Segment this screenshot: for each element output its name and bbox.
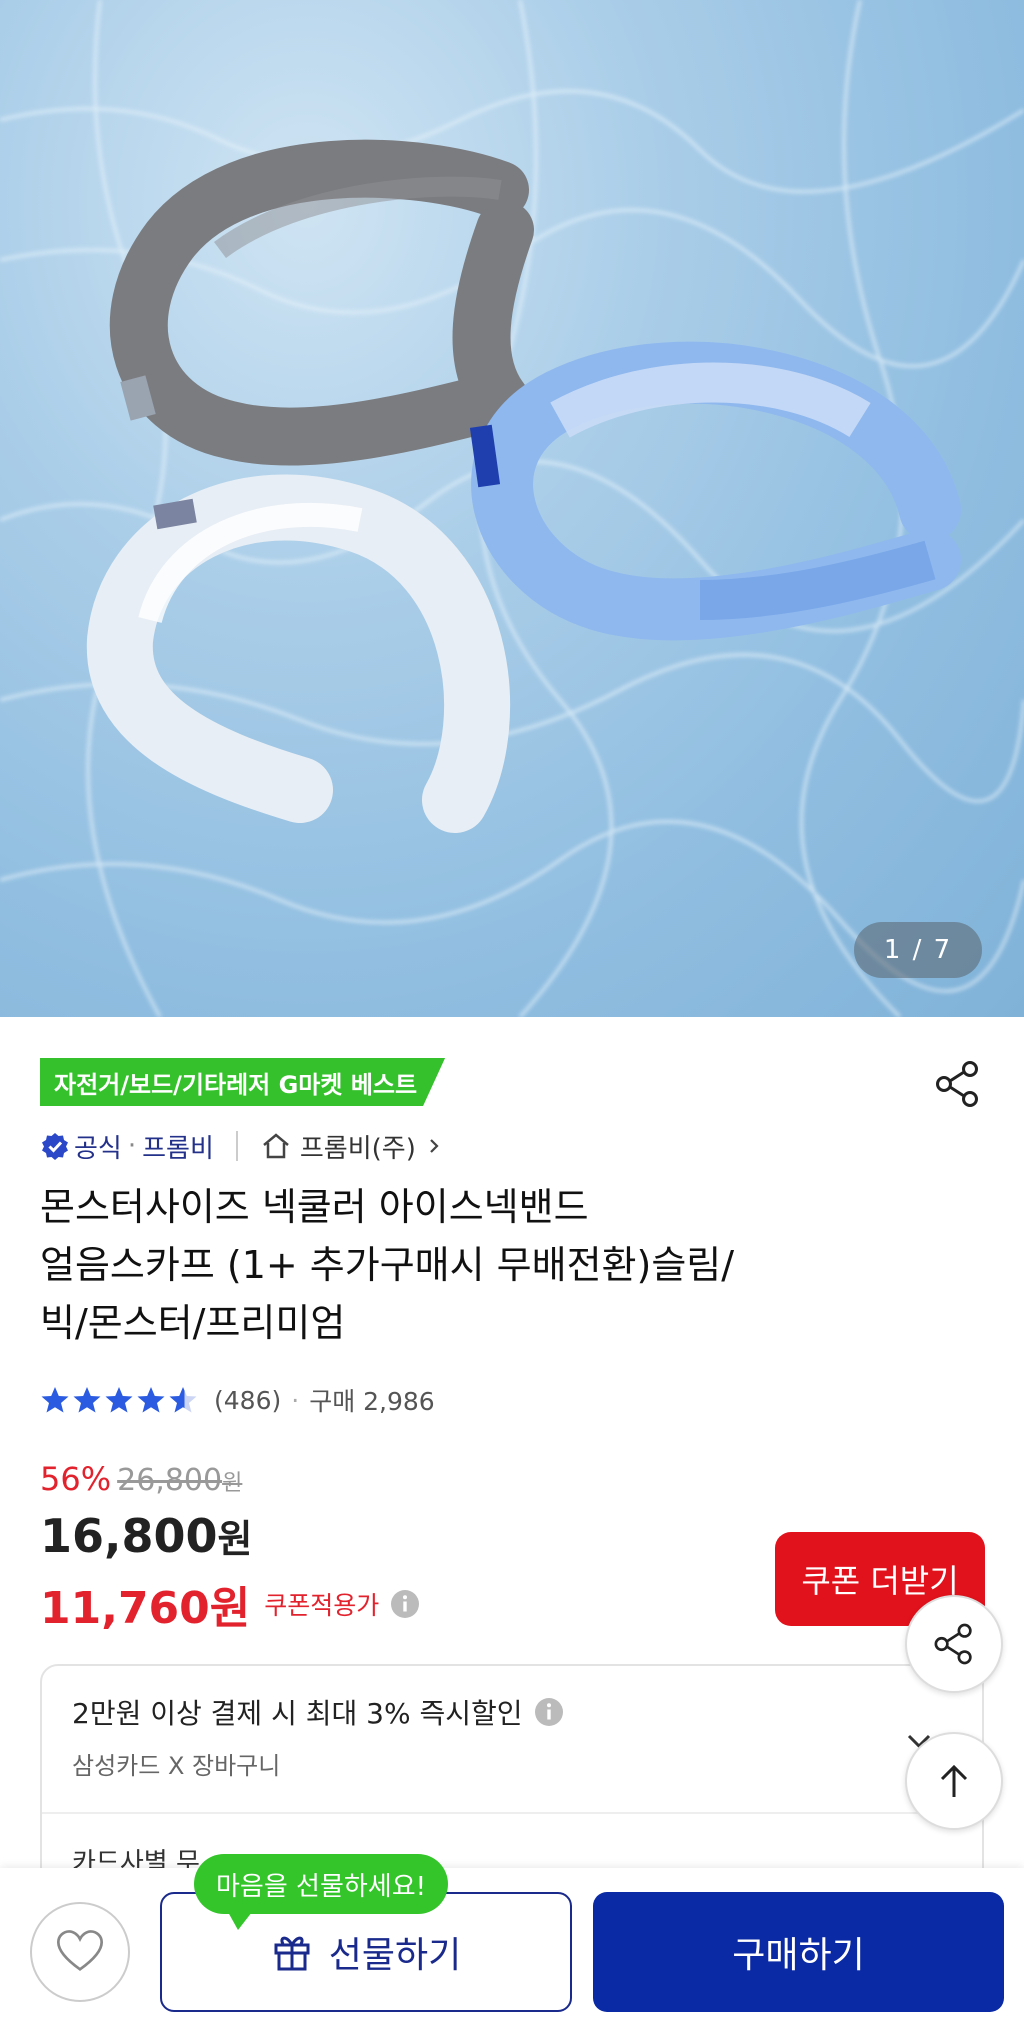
heart-icon	[56, 1930, 104, 1971]
discount-percent: 56%	[40, 1460, 112, 1498]
title-line: 얼음스카프 (1+ 추가구매시 무배전환)슬림/	[40, 1243, 735, 1287]
chevron-right-icon	[430, 1139, 439, 1153]
info-icon[interactable]	[389, 1588, 421, 1620]
title-line: 몬스터사이즈 넥쿨러 아이스넥밴드	[40, 1185, 589, 1229]
info-icon[interactable]	[533, 1696, 565, 1728]
purchase-count: 구매 2,986	[309, 1387, 435, 1416]
scroll-to-top-button[interactable]	[905, 1732, 1003, 1830]
star-icon	[137, 1387, 165, 1413]
share-icon	[934, 1623, 972, 1665]
buy-button[interactable]: 구매하기	[593, 1892, 1004, 2012]
share-button[interactable]	[932, 1058, 984, 1110]
product-image[interactable]: 1 / 7	[0, 0, 1024, 1017]
share-icon	[936, 1061, 978, 1107]
star-icon	[105, 1387, 133, 1413]
product-title: 몬스터사이즈 넥쿨러 아이스넥밴드 얼음스카프 (1+ 추가구매시 무배전환)슬…	[40, 1178, 940, 1352]
card-benefit-headline: 2만원 이상 결제 시 최대 3% 즉시할인	[72, 1692, 565, 1732]
star-icon	[41, 1387, 69, 1413]
divider	[42, 1812, 982, 1814]
brand-link[interactable]: 프롬비	[142, 1128, 214, 1165]
original-price-unit: 원	[222, 1471, 243, 1496]
discount-row: 56% 26,800 원	[40, 1460, 242, 1498]
title-line: 빅/몬스터/프리미엄	[40, 1301, 346, 1345]
coupon-price-label: 쿠폰적용가	[264, 1591, 380, 1620]
official-label[interactable]: 공식	[74, 1128, 122, 1165]
original-price: 26,800	[117, 1463, 223, 1498]
sale-price: 16,800원	[40, 1508, 252, 1563]
product-photo	[0, 0, 1024, 1017]
star-rating	[40, 1385, 200, 1415]
floating-share-button[interactable]	[905, 1595, 1003, 1693]
seller-row: 공식 · 프롬비 프롬비(주)	[40, 1124, 444, 1168]
divider	[235, 1131, 238, 1161]
rating-row[interactable]: (486) · 구매 2,986	[40, 1382, 435, 1418]
gift-button-label: 선물하기	[328, 1935, 462, 1976]
wishlist-button[interactable]	[30, 1902, 130, 2002]
card-benefit-subtext: 삼성카드 X 장바구니	[72, 1752, 281, 1780]
shop-link[interactable]: 프롬비(주)	[300, 1128, 416, 1165]
gift-tooltip: 마음을 선물하세요!	[194, 1854, 449, 1930]
card-benefit-text: 2만원 이상 결제 시 최대 3% 즉시할인	[72, 1697, 523, 1730]
review-count[interactable]: (486)	[214, 1386, 281, 1415]
sale-price-unit: 원	[217, 1517, 253, 1561]
image-counter: 1 / 7	[854, 922, 982, 978]
coupon-price-row: 11,760원 쿠폰적용가	[40, 1572, 421, 1636]
coupon-price: 11,760원	[40, 1583, 251, 1634]
home-icon	[263, 1133, 289, 1159]
sale-price-value: 16,800	[40, 1509, 218, 1563]
arrow-up-icon	[940, 1764, 968, 1797]
star-icon	[73, 1387, 101, 1413]
separator-dot: ·	[291, 1385, 300, 1415]
bottom-action-bar: 선물하기 구매하기	[0, 1868, 1024, 2031]
half-star-icon	[169, 1387, 197, 1413]
best-badge[interactable]: 자전거/보드/기타레저 G마켓 베스트	[40, 1058, 445, 1106]
separator-dot: ·	[127, 1131, 137, 1161]
gift-icon	[274, 1936, 310, 1971]
verified-badge-icon	[42, 1133, 68, 1160]
